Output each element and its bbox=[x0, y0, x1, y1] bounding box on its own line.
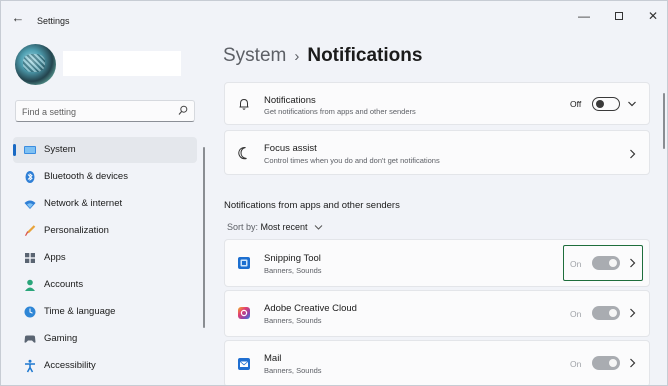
adobe-cc-icon bbox=[238, 307, 250, 319]
close-icon: ✕ bbox=[647, 9, 659, 23]
breadcrumb: System › Notifications bbox=[223, 45, 422, 67]
monitor-icon bbox=[24, 146, 36, 154]
maximize-icon bbox=[615, 12, 623, 20]
minimize-button[interactable]: — bbox=[569, 7, 599, 25]
app-toggle-label: On bbox=[570, 359, 582, 369]
sidebar-item-accounts[interactable]: Accounts bbox=[13, 272, 197, 298]
app-toggle[interactable] bbox=[592, 306, 620, 320]
notifications-card[interactable]: Notifications Get notifications from app… bbox=[224, 82, 650, 125]
search-box[interactable] bbox=[15, 100, 195, 122]
sidebar-item-label: Bluetooth & devices bbox=[44, 171, 128, 182]
focus-assist-card[interactable]: Focus assist Control times when you do a… bbox=[224, 130, 650, 175]
notifications-subtitle: Get notifications from apps and other se… bbox=[264, 107, 416, 116]
sort-dropdown[interactable]: Sort by: Most recent bbox=[227, 222, 323, 232]
app-detail: Banners, Sounds bbox=[264, 316, 322, 325]
sidebar-item-time-language[interactable]: Time & language bbox=[13, 299, 197, 325]
toggle-knob bbox=[596, 100, 604, 108]
sidebar-item-label: Accessibility bbox=[44, 360, 96, 371]
sidebar-nav: System Bluetooth & devices Network & int… bbox=[13, 137, 197, 380]
person-icon bbox=[25, 279, 35, 291]
bluetooth-icon bbox=[25, 171, 35, 183]
account-name-redacted bbox=[63, 51, 181, 76]
sidebar-item-system[interactable]: System bbox=[13, 137, 197, 163]
focus-assist-title: Focus assist bbox=[264, 143, 317, 154]
app-toggle[interactable] bbox=[592, 356, 620, 370]
sidebar-item-gaming[interactable]: Gaming bbox=[13, 326, 197, 352]
chevron-down-icon[interactable] bbox=[627, 100, 637, 108]
gamepad-icon bbox=[24, 335, 36, 343]
apps-grid-icon bbox=[25, 253, 35, 263]
back-button[interactable]: ← bbox=[10, 11, 26, 25]
notifications-toggle-label: Off bbox=[570, 99, 582, 109]
app-item-mail[interactable]: Mail Banners, Sounds On bbox=[224, 340, 650, 385]
page-title: Notifications bbox=[307, 45, 423, 66]
app-detail: Banners, Sounds bbox=[264, 266, 322, 275]
globe-clock-icon bbox=[24, 306, 36, 318]
breadcrumb-separator: › bbox=[294, 48, 300, 65]
sort-value[interactable]: Most recent bbox=[261, 222, 308, 232]
settings-window: ← Settings — ✕ System Blueto bbox=[0, 0, 668, 386]
sidebar-item-label: Personalization bbox=[44, 225, 109, 236]
sort-label: Sort by: bbox=[227, 222, 259, 232]
app-name: Adobe Creative Cloud bbox=[264, 303, 357, 314]
sidebar-item-personalization[interactable]: Personalization bbox=[13, 218, 197, 244]
highlight-box bbox=[563, 245, 643, 281]
focus-assist-subtitle: Control times when you do and don't get … bbox=[264, 156, 440, 165]
search-input[interactable] bbox=[22, 105, 172, 118]
sidebar-item-label: Time & language bbox=[44, 306, 116, 317]
search-icon[interactable] bbox=[178, 105, 188, 117]
notifications-title: Notifications bbox=[264, 95, 316, 106]
maximize-button[interactable] bbox=[604, 7, 634, 25]
sidebar-item-label: Network & internet bbox=[44, 198, 123, 209]
bell-icon bbox=[239, 98, 249, 110]
brush-icon bbox=[25, 225, 36, 236]
chevron-down-icon[interactable] bbox=[314, 224, 323, 231]
avatar[interactable] bbox=[15, 44, 56, 85]
snipping-tool-icon bbox=[238, 257, 250, 269]
sidebar-item-network[interactable]: Network & internet bbox=[13, 191, 197, 217]
arrow-left-icon: ← bbox=[11, 10, 25, 25]
sidebar-item-bluetooth[interactable]: Bluetooth & devices bbox=[13, 164, 197, 190]
toggle-knob bbox=[609, 359, 617, 367]
app-name: Snipping Tool bbox=[264, 253, 321, 264]
chevron-right-icon[interactable] bbox=[629, 358, 636, 368]
sidebar-item-label: Apps bbox=[44, 252, 66, 263]
app-item-adobe-creative-cloud[interactable]: Adobe Creative Cloud Banners, Sounds On bbox=[224, 290, 650, 337]
app-detail: Banners, Sounds bbox=[264, 366, 322, 375]
sidebar-item-accessibility[interactable]: Accessibility bbox=[13, 353, 197, 379]
sidebar-item-label: Accounts bbox=[44, 279, 84, 290]
sidebar-scrollbar[interactable] bbox=[203, 147, 205, 328]
app-toggle-label: On bbox=[570, 309, 582, 319]
accessibility-icon bbox=[25, 359, 35, 373]
moon-icon bbox=[238, 146, 247, 160]
apps-section-title: Notifications from apps and other sender… bbox=[224, 200, 400, 211]
title-bar: ← Settings — ✕ bbox=[1, 1, 667, 33]
breadcrumb-parent[interactable]: System bbox=[223, 45, 286, 66]
app-title: Settings bbox=[37, 16, 70, 26]
mail-icon bbox=[238, 358, 250, 370]
toggle-knob bbox=[609, 309, 617, 317]
sidebar-item-label: Gaming bbox=[44, 333, 78, 344]
chevron-right-icon[interactable] bbox=[629, 308, 636, 318]
sidebar-item-label: System bbox=[44, 144, 76, 155]
wifi-icon bbox=[24, 200, 36, 209]
close-button[interactable]: ✕ bbox=[638, 7, 667, 25]
sidebar-item-apps[interactable]: Apps bbox=[13, 245, 197, 271]
chevron-right-icon[interactable] bbox=[629, 149, 636, 159]
app-name: Mail bbox=[264, 353, 282, 364]
minimize-icon: — bbox=[578, 9, 590, 23]
main-scrollbar[interactable] bbox=[663, 93, 665, 149]
notifications-toggle[interactable] bbox=[592, 97, 620, 111]
